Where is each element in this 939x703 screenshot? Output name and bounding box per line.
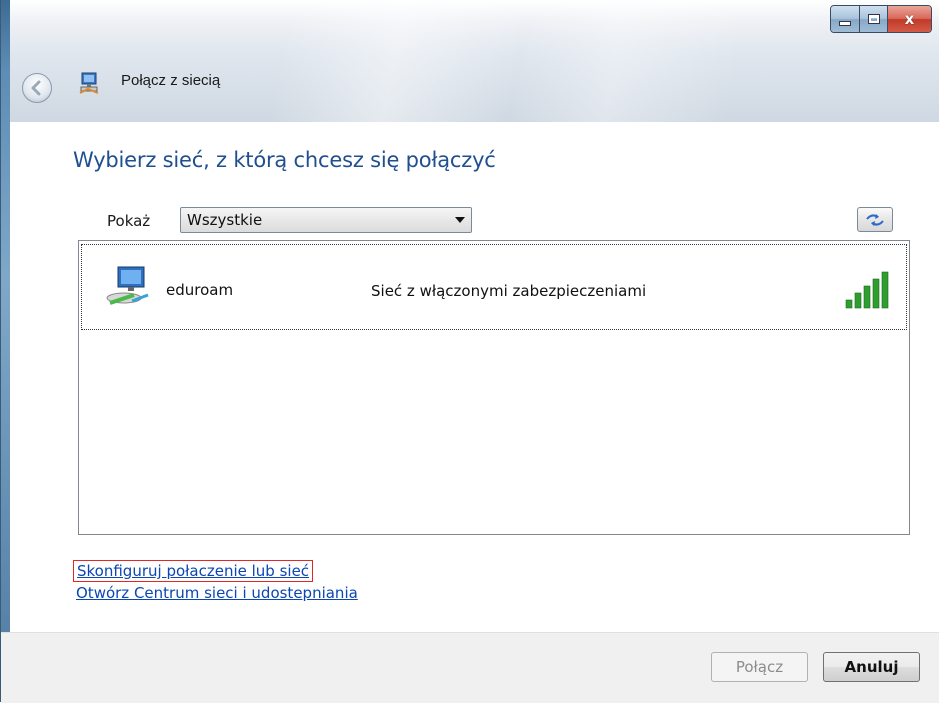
signal-bar-5 — [881, 271, 889, 309]
signal-bar-1 — [845, 299, 853, 309]
page-heading: Wybierz sieć, z którą chcesz się połączy… — [73, 148, 496, 172]
back-arrow-icon — [31, 80, 41, 96]
filter-label: Pokaż — [107, 212, 151, 230]
refresh-button[interactable] — [857, 207, 893, 232]
signal-bar-2 — [854, 292, 862, 309]
maximize-icon — [867, 14, 880, 24]
network-list: eduroam Sieć z włączonymi zabezpieczenia… — [78, 240, 910, 535]
network-ssid: eduroam — [166, 281, 234, 299]
signal-strength-icon — [845, 271, 889, 309]
minimize-icon — [839, 20, 851, 26]
window-frame-edge — [1, 0, 10, 702]
chevron-down-icon — [455, 217, 465, 223]
signal-bar-3 — [863, 285, 871, 309]
network-security-status: Sieć z włączonymi zabezpieczeniami — [371, 282, 647, 300]
setup-connection-link[interactable]: Skonfiguruj połaczenie lub sieć — [73, 560, 314, 582]
caption-buttons: x — [830, 5, 932, 33]
network-row-eduroam[interactable]: eduroam Sieć z włączonymi zabezpieczenia… — [81, 244, 907, 330]
minimize-button[interactable] — [831, 6, 859, 32]
network-filter-dropdown[interactable]: Wszystkie — [180, 207, 472, 233]
refresh-icon — [866, 213, 884, 226]
connect-to-network-window: x Połącz z siecią Wybierz sieć, z którą … — [0, 0, 939, 703]
filter-selected-value: Wszystkie — [187, 211, 263, 229]
maximize-button[interactable] — [859, 6, 887, 32]
close-icon: x — [904, 10, 915, 28]
title-bar — [1, 0, 939, 122]
network-center-link[interactable]: Otwórz Centrum sieci i udostepniania — [76, 584, 358, 602]
connect-button[interactable]: Połącz — [711, 652, 808, 682]
back-button[interactable] — [22, 73, 52, 103]
window-title: Połącz z siecią — [121, 72, 221, 89]
signal-bar-4 — [872, 278, 880, 309]
close-button[interactable]: x — [887, 6, 931, 32]
wireless-computer-icon — [106, 266, 149, 305]
cancel-button[interactable]: Anuluj — [823, 652, 920, 682]
network-connection-icon — [79, 72, 99, 94]
